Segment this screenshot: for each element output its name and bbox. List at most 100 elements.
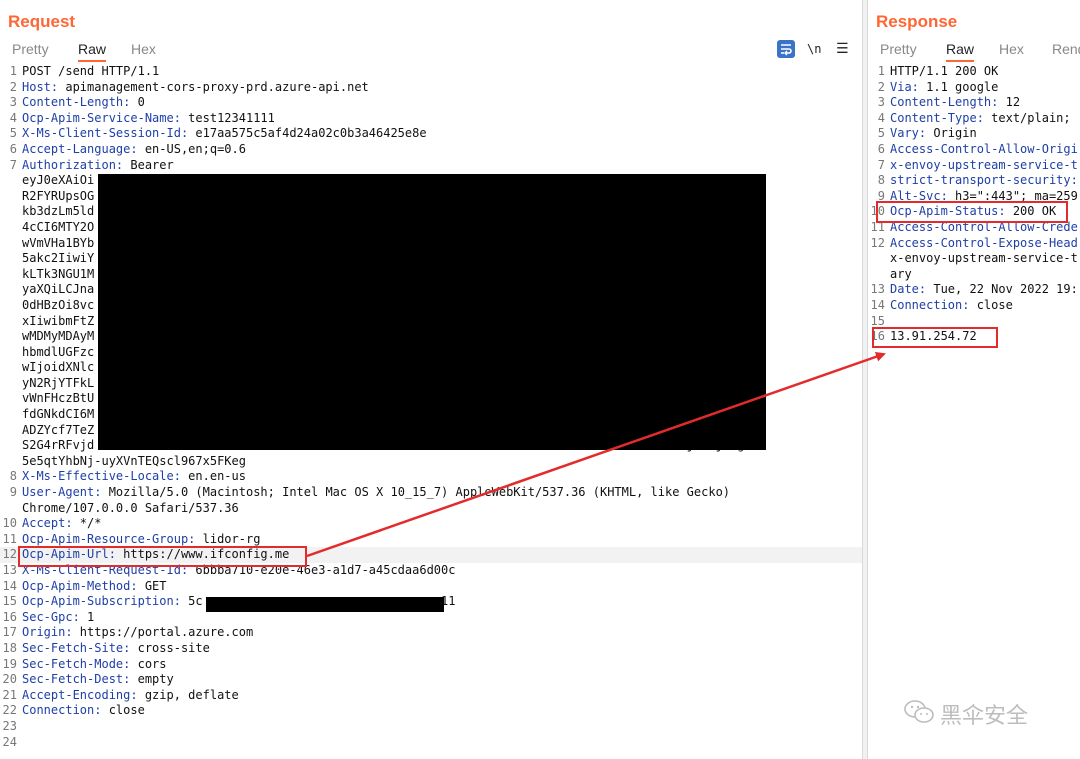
annotation-box-ip-address (872, 327, 998, 348)
line-number: 3 (9, 95, 17, 110)
code-line: 14 Connection: close (868, 298, 1080, 314)
redaction-block (98, 174, 766, 450)
redaction-block (206, 597, 444, 612)
header-key: User-Agent: (22, 485, 102, 500)
line-number: 14 (2, 578, 17, 593)
line-text: Connection: close (890, 298, 1013, 314)
code-line: 23 (0, 719, 862, 735)
line-number: 6 (9, 141, 17, 156)
header-value: POST /send HTTP/1.1 (22, 64, 160, 78)
header-value: apimanagement-cors-proxy-prd.azure-api.n… (58, 79, 369, 94)
code-line: 3 Content-Length: 0 (0, 95, 862, 111)
header-key: Access-Control-Allow-Origi (890, 141, 1078, 156)
request-title: Request (8, 12, 76, 31)
line-number: 12 (2, 547, 17, 562)
code-line: 19 Sec-Fetch-Mode: cors (0, 657, 862, 673)
tab-hex[interactable]: Hex (999, 40, 1024, 62)
tab-pretty[interactable]: Pretty (880, 40, 917, 62)
line-number: 24 (2, 734, 17, 749)
line-text: HTTP/1.1 200 OK (890, 64, 998, 80)
header-key: Content-Type: (890, 110, 984, 125)
line-text: Content-Length: 12 (890, 95, 1020, 111)
header-value: GET (137, 578, 167, 593)
line-number: 7 (877, 157, 885, 172)
line-text: Accept: */* (22, 516, 101, 532)
header-key: Ocp-Apim-Method: (22, 578, 138, 593)
line-text: X-Ms-Client-Session-Id: e17aa575c5af4d24… (22, 126, 427, 142)
line-text: ary (890, 267, 912, 283)
header-key: Ocp-Apim-Service-Name: (22, 110, 181, 125)
line-text: Origin: https://portal.azure.com (22, 625, 253, 641)
header-value: empty (130, 672, 174, 687)
code-line: 14 Ocp-Apim-Method: GET (0, 579, 862, 595)
tab-raw[interactable]: Raw (78, 40, 107, 62)
header-value: https://portal.azure.com (72, 625, 254, 640)
line-number: 21 (2, 687, 17, 702)
line-text: Chrome/107.0.0.0 Safari/537.36 (22, 501, 239, 517)
line-number: 3 (877, 95, 885, 110)
header-key: Host: (22, 79, 59, 94)
header-value: close (101, 703, 145, 718)
line-text: Content-Length: 0 (22, 95, 145, 111)
header-value: en-US,en;q=0.6 (137, 141, 246, 156)
line-text: x-envoy-upstream-service-t (890, 251, 1078, 267)
header-value: HTTP/1.1 200 OK (890, 64, 999, 78)
code-line: 2 Via: 1.1 google (868, 80, 1080, 96)
line-text: Authorization: Bearer (22, 158, 174, 174)
tab-pretty[interactable]: Pretty (12, 40, 49, 62)
line-number: 20 (2, 672, 17, 687)
code-line: 1 POST /send HTTP/1.1 (0, 64, 862, 80)
header-key: Sec-Fetch-Mode: (22, 656, 131, 671)
line-text: User-Agent: Mozilla/5.0 (Macintosh; Inte… (22, 485, 730, 501)
header-key: Sec-Fetch-Site: (22, 640, 131, 655)
header-key: Content-Length: (890, 95, 999, 110)
tab-raw[interactable]: Raw (946, 40, 975, 62)
line-text: Ocp-Apim-Method: GET (22, 579, 167, 595)
code-line: 1 HTTP/1.1 200 OK (868, 64, 1080, 80)
header-key: Access-Control-Expose-Head (890, 235, 1078, 250)
response-pane: Response Pretty Raw Hex Rend 1 HTTP/1.1 2… (868, 0, 1080, 759)
header-key: Connection: (890, 297, 970, 312)
header-key: X-Ms-Effective-Locale: (22, 469, 181, 484)
code-line: 8 strict-transport-security: (868, 173, 1080, 189)
line-number: 5 (9, 126, 17, 141)
header-key: Content-Length: (22, 95, 131, 110)
line-text: 5e5qtYhbNj-uyXVnTEQscl967x5FKeg (22, 454, 246, 470)
code-line: 18 Sec-Fetch-Site: cross-site (0, 641, 862, 657)
line-text: Sec-Gpc: 1 (22, 610, 94, 626)
header-value: test12341111 (180, 110, 275, 125)
line-number: 11 (2, 531, 17, 546)
wrap-lines-icon[interactable] (777, 40, 795, 58)
response-tabs: Pretty Raw Hex Rend (868, 40, 1080, 62)
header-value: e17aa575c5af4d24a02c0b3a46425e8e (188, 126, 427, 141)
header-value: Origin (926, 126, 977, 141)
header-value: */* (72, 516, 102, 531)
code-line: 20 Sec-Fetch-Dest: empty (0, 672, 862, 688)
line-number: 18 (2, 640, 17, 655)
code-line: 9 User-Agent: Mozilla/5.0 (Macintosh; Int… (0, 485, 862, 501)
line-text: strict-transport-security: (890, 173, 1078, 189)
tab-render[interactable]: Rend (1052, 40, 1080, 62)
newline-toggle-button[interactable]: \n (807, 40, 821, 58)
line-text: Sec-Fetch-Mode: cors (22, 657, 167, 673)
header-key: Accept: (22, 516, 73, 531)
header-value: 1 (79, 609, 95, 624)
header-value: 0 (130, 95, 145, 110)
code-line: x-envoy-upstream-service-t (868, 251, 1080, 267)
line-text: Via: 1.1 google (890, 80, 998, 96)
line-text: Access-Control-Allow-Origi (890, 142, 1078, 158)
line-number: 12 (870, 235, 885, 250)
header-value: en.en-us (180, 469, 246, 484)
code-line: 7 Authorization: Bearer (0, 158, 862, 174)
code-line: 5 Vary: Origin (868, 126, 1080, 142)
hamburger-icon[interactable]: ☰ (836, 40, 849, 58)
line-text: X-Ms-Effective-Locale: en.en-us (22, 469, 246, 485)
tab-hex[interactable]: Hex (131, 40, 156, 62)
header-key: Date: (890, 282, 927, 297)
line-text: Connection: close (22, 703, 145, 719)
code-line: 3 Content-Length: 12 (868, 95, 1080, 111)
line-number: 17 (2, 625, 17, 640)
line-number: 13 (2, 563, 17, 577)
header-value: lidor-rg (195, 531, 261, 546)
code-line: 2 Host: apimanagement-cors-proxy-prd.azur… (0, 80, 862, 96)
